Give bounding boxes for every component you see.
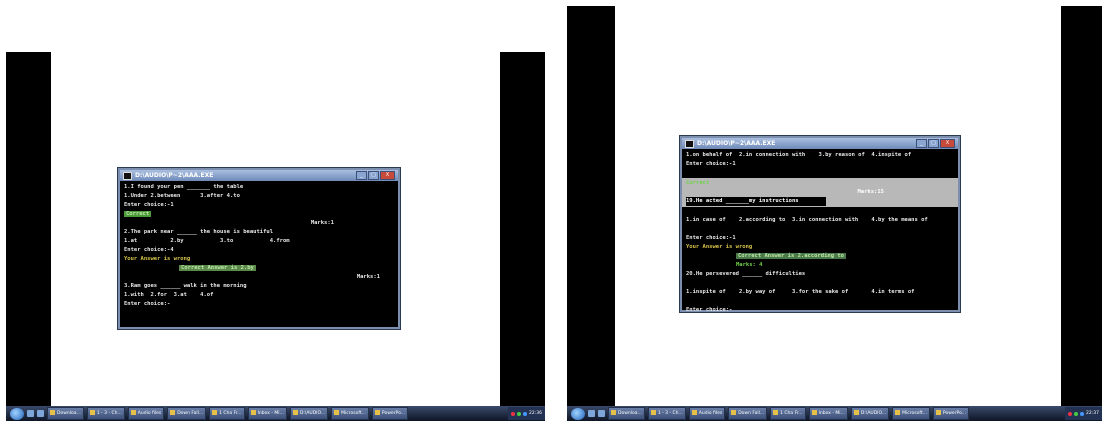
start-button[interactable] xyxy=(571,407,585,420)
tray-icon[interactable] xyxy=(523,411,528,416)
black-bar-left xyxy=(6,52,51,407)
wrong-answer-line: Your Answer is wrong xyxy=(686,244,753,250)
taskbar-item[interactable]: 1 - 3 - Ch... xyxy=(647,407,686,420)
taskbar-item[interactable]: D:\AUDIO... xyxy=(850,407,890,420)
correct-answer-label: Correct Answer is 2.according to xyxy=(736,253,846,259)
tray-icon[interactable] xyxy=(1074,411,1079,416)
clock[interactable]: 22:37 xyxy=(1086,407,1099,420)
tray-icon[interactable] xyxy=(517,411,522,416)
console-line: Enter choice:-4 xyxy=(124,247,174,253)
console-line: Enter choice:-1 xyxy=(686,161,736,167)
taskbar-item[interactable]: Audio files xyxy=(688,407,726,420)
taskbar-item[interactable]: Microsoft... xyxy=(892,407,930,420)
taskbar-item[interactable]: D:\AUDIO... xyxy=(289,407,329,420)
console-icon xyxy=(123,171,132,180)
tray-icon[interactable] xyxy=(1080,411,1085,416)
title-bar[interactable]: D:\AUDIO\P~2\AAA.EXE _ □ X xyxy=(682,138,958,149)
taskbar-item[interactable]: 1 Cha Fr... xyxy=(770,407,806,420)
gray-band: Correct Marks:15 19.He acted _______my i… xyxy=(682,178,958,207)
system-tray[interactable]: 22:36 xyxy=(508,407,545,420)
prompt-line[interactable]: Enter choice:- xyxy=(124,300,394,309)
question-text: 19.He acted _______my instructions xyxy=(686,198,799,204)
window-title: D:\AUDIO\P~2\AAA.EXE xyxy=(697,140,776,147)
minimize-button[interactable]: _ xyxy=(916,139,927,148)
close-button[interactable]: X xyxy=(940,139,955,148)
maximize-button[interactable]: □ xyxy=(928,139,939,148)
console-output[interactable]: 1.on behalf of 2.in connection with 3.by… xyxy=(682,149,958,317)
console-icon xyxy=(685,139,694,148)
prompt-line[interactable]: Enter choice:- xyxy=(686,306,954,315)
taskbar-item[interactable]: Inbox - Mi... xyxy=(808,407,848,420)
taskbar-item[interactable]: Downloa... xyxy=(608,407,645,420)
console-line: 2.The park near ______ the house is beau… xyxy=(124,229,274,235)
black-bar-left xyxy=(567,6,615,407)
close-button[interactable]: X xyxy=(380,171,395,180)
taskbar: Downloa... 1 - 3 - Ch... Audio files Dow… xyxy=(6,406,545,421)
console-line: 1.inspite of 2.by way of 3.for the sake … xyxy=(686,289,915,295)
black-bar-right xyxy=(500,52,545,407)
start-button[interactable] xyxy=(10,407,24,420)
taskbar-item[interactable]: PowerPo... xyxy=(932,407,970,420)
taskbar-item[interactable]: PowerPo... xyxy=(371,407,409,420)
quicklaunch-icon[interactable] xyxy=(598,410,605,417)
minimize-button[interactable]: _ xyxy=(356,171,367,180)
taskbar-item[interactable]: Downloa... xyxy=(47,407,84,420)
title-bar[interactable]: D:\AUDIO\P~2\AAA.EXE _ □ X xyxy=(120,170,398,181)
console-line: 1.Under 2.between 3.after 4.to xyxy=(124,193,240,199)
quicklaunch-icon[interactable] xyxy=(37,410,44,417)
console-line: Enter choice:-1 xyxy=(124,202,174,208)
console-line: 1.in case of 2.according to 3.in connect… xyxy=(686,217,928,223)
console-line: 1.I found your pen _______ the table xyxy=(124,184,244,190)
taskbar-item[interactable]: Down Fall... xyxy=(167,407,207,420)
marks-line: Marks: 4 xyxy=(736,262,763,268)
quicklaunch-icon[interactable] xyxy=(588,410,595,417)
console-line: 1.with 2.for 3.at 4.of xyxy=(124,292,214,298)
maximize-button[interactable]: □ xyxy=(368,171,379,180)
marks-line: Marks:15 xyxy=(857,189,885,195)
console-line: 20.He persevered ______ difficulties xyxy=(686,271,806,277)
taskbar: Downloa... 1 - 3 - Ch... Audio files Dow… xyxy=(567,406,1102,421)
console-line: 1.at 2.by 3.to 4.from xyxy=(124,238,290,244)
clock[interactable]: 22:36 xyxy=(529,407,542,420)
taskbar-item[interactable]: 1 - 3 - Ch... xyxy=(86,407,125,420)
taskbar-item[interactable]: Audio files xyxy=(127,407,165,420)
marks-line: Marks:1 xyxy=(310,220,334,226)
wrong-answer-line: Your Answer is wrong xyxy=(124,256,191,262)
console-line: 3.Ram goes ______ walk in the morning xyxy=(124,283,247,289)
console-window[interactable]: D:\AUDIO\P~2\AAA.EXE _ □ X 1.I found you… xyxy=(118,168,400,329)
screenshot-right: D:\AUDIO\P~2\AAA.EXE _ □ X 1.on behalf o… xyxy=(564,0,1102,421)
taskbar-item[interactable]: Inbox - Mi... xyxy=(247,407,287,420)
correct-answer-label: Correct Answer is 2.by xyxy=(179,265,256,271)
marks-line: Marks:1 xyxy=(356,274,380,280)
tray-icon[interactable] xyxy=(511,411,516,416)
taskbar-item[interactable]: Down Fall... xyxy=(728,407,768,420)
console-line: Enter choice:-1 xyxy=(686,235,736,241)
black-bar-right xyxy=(1061,6,1102,407)
window-title: D:\AUDIO\P~2\AAA.EXE xyxy=(135,172,214,179)
tray-icon[interactable] xyxy=(1068,411,1073,416)
taskbar-item[interactable]: Microsoft... xyxy=(331,407,369,420)
screenshot-left: D:\AUDIO\P~2\AAA.EXE _ □ X 1.I found you… xyxy=(0,0,548,421)
correct-label: Correct xyxy=(686,180,710,186)
console-line: 19.He acted _______my instructions xyxy=(686,197,826,206)
taskbar-item[interactable]: 1 Cha Fr... xyxy=(209,407,245,420)
quicklaunch-icon[interactable] xyxy=(27,410,34,417)
correct-label: Correct xyxy=(124,211,152,217)
system-tray[interactable]: 22:37 xyxy=(1065,407,1102,420)
console-line: 1.on behalf of 2.in connection with 3.by… xyxy=(686,152,912,158)
console-output[interactable]: 1.I found your pen _______ the table 1.U… xyxy=(120,181,398,311)
console-window[interactable]: D:\AUDIO\P~2\AAA.EXE _ □ X 1.on behalf o… xyxy=(680,136,960,313)
